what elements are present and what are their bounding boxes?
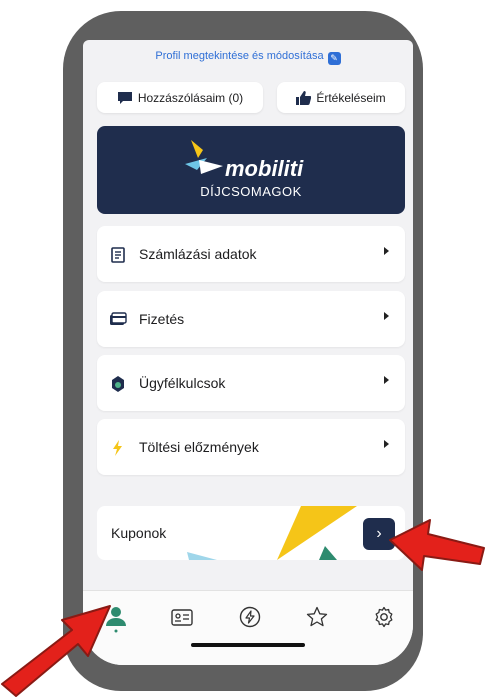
banner-subtitle: DÍJCSOMAGOK xyxy=(200,184,302,199)
menu-item-label: Számlázási adatok xyxy=(139,246,257,262)
chevron-right-icon xyxy=(384,247,389,255)
coupons-label: Kuponok xyxy=(111,525,167,541)
settings-icon xyxy=(375,606,393,628)
menu-item-charging-history[interactable]: Töltési előzmények xyxy=(97,419,405,475)
ratings-label: Értékeléseim xyxy=(316,90,386,105)
banner-brand: mobiliti xyxy=(225,156,304,181)
bottom-tab-bar xyxy=(83,590,413,665)
mobiliti-logo-icon xyxy=(185,140,223,174)
star-icon xyxy=(306,606,328,627)
profile-link-label: Profil megtekintése és módosítása xyxy=(155,50,324,62)
comments-label: Hozzászólásaim (0) xyxy=(137,90,244,105)
card-icon xyxy=(110,312,127,325)
menu-item-customer-keys[interactable]: Ügyfélkulcsok xyxy=(97,355,405,411)
chevron-right-icon xyxy=(384,376,389,384)
comment-icon xyxy=(117,91,132,104)
lightning-icon xyxy=(113,440,122,456)
menu-item-label: Fizetés xyxy=(139,311,185,327)
id-card-icon xyxy=(171,609,193,626)
ratings-button[interactable]: Értékeléseim xyxy=(277,82,405,113)
tab-charging[interactable] xyxy=(238,605,262,629)
profile-edit-link[interactable]: Profil megtekintése és módosítása ✎ xyxy=(83,50,413,65)
tab-favorites[interactable] xyxy=(305,605,329,629)
chevron-right-icon xyxy=(384,440,389,448)
annotation-arrow-tab xyxy=(1,605,111,697)
annotation-arrow-coupons xyxy=(389,519,485,571)
charge-icon xyxy=(239,606,261,628)
invoice-icon xyxy=(111,247,125,263)
mobiliti-packages-banner[interactable]: mobiliti DÍJCSOMAGOK xyxy=(97,126,405,214)
menu-item-billing[interactable]: Számlázási adatok xyxy=(97,226,405,282)
pencil-icon: ✎ xyxy=(327,52,341,65)
thumbs-up-icon xyxy=(296,90,312,105)
app-screen: Profil megtekintése és módosítása ✎ Hozzá… xyxy=(83,40,413,665)
tab-settings[interactable] xyxy=(372,605,396,629)
menu-item-label: Töltési előzmények xyxy=(139,439,259,455)
tab-id-card[interactable] xyxy=(170,605,194,629)
menu-item-payment[interactable]: Fizetés xyxy=(97,291,405,347)
chevron-right-icon xyxy=(384,312,389,320)
home-indicator xyxy=(191,643,305,647)
comments-button[interactable]: Hozzászólásaim (0) xyxy=(97,82,263,113)
menu-item-label: Ügyfélkulcsok xyxy=(139,375,226,391)
key-tag-icon xyxy=(112,376,124,392)
coupons-card[interactable]: Kuponok › xyxy=(97,506,405,560)
